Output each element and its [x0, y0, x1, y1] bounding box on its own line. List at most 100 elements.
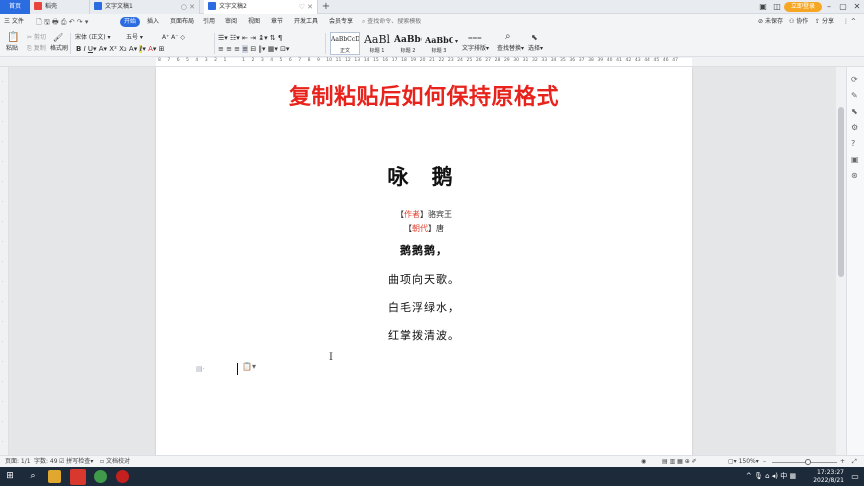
recorder-icon[interactable] — [116, 470, 129, 483]
command-search-input[interactable] — [367, 18, 436, 25]
highlight-button[interactable]: ℓ — [139, 45, 143, 53]
format-painter-icon[interactable]: 🖌 — [53, 33, 63, 42]
poem-verse-2[interactable]: 曲项向天歌。 — [156, 271, 692, 287]
eye-protect-icon[interactable]: ◉ — [641, 458, 646, 466]
login-button[interactable]: 立即登录 — [784, 2, 822, 12]
cursor-select-icon[interactable]: ⬉ — [531, 33, 538, 42]
format-painter-button[interactable]: 格式刷 — [50, 45, 68, 53]
side-edit-icon[interactable]: ✎ — [851, 91, 858, 100]
author-line[interactable]: 【作者】骆宾王 — [156, 209, 692, 220]
tab-document-2[interactable]: 文字文稿2 ♡ ✕ — [204, 0, 318, 14]
scrollbar-thumb[interactable] — [838, 107, 844, 277]
side-settings-icon[interactable]: ⚙ — [851, 123, 858, 132]
menu-view[interactable]: 视图 — [248, 17, 260, 27]
font-size-select[interactable]: 五号 ▾ — [126, 34, 158, 42]
file-menu[interactable]: 三 文件 — [4, 17, 24, 27]
tab-document-1[interactable]: 文字文稿1 ○ ✕ — [90, 0, 200, 14]
word-count[interactable]: 字数: 49 — [34, 458, 58, 466]
side-refresh-icon[interactable]: ⟳ — [851, 75, 858, 84]
style-heading-1[interactable]: AaBl 标题 1 — [362, 32, 392, 55]
unsaved-status[interactable]: ⊘ 未保存 — [758, 17, 783, 27]
text-layout-icon[interactable]: ⩶ — [468, 33, 482, 42]
system-tray-icons[interactable]: ^ 🎙 ⌂ ◂) 中 ▦ — [736, 467, 806, 486]
menu-section[interactable]: 章节 — [271, 17, 283, 27]
share-button[interactable]: ⇪ 分享 — [815, 17, 834, 27]
italic-button[interactable]: I — [84, 45, 86, 53]
search-icon[interactable]: ⌕ — [505, 32, 511, 42]
close-icon[interactable]: ○ ✕ — [181, 0, 195, 14]
menu-start[interactable]: 开始 — [120, 17, 141, 27]
side-help-icon[interactable]: ? — [851, 139, 855, 148]
side-image-icon[interactable]: ▣ — [851, 155, 859, 164]
style-normal[interactable]: AaBbCcDd 正文 — [330, 32, 360, 55]
font-color-button[interactable]: A — [148, 45, 153, 53]
paragraph-marker-icon[interactable]: ▤· — [196, 365, 205, 373]
side-share-icon[interactable]: ⊛ — [851, 171, 858, 180]
menu-member[interactable]: 会员专享 — [329, 17, 353, 27]
text-layout-button[interactable]: 文字排版▾ — [462, 45, 489, 53]
command-search[interactable]: ⌕ — [362, 17, 442, 27]
zoom-dropdown[interactable]: ▢▾ 150%▾ — [728, 458, 759, 466]
chrome-icon[interactable] — [94, 470, 107, 483]
fit-window-icon[interactable]: ⤢ — [852, 458, 857, 466]
dynasty-line[interactable]: 【朝代】唐 — [156, 223, 692, 234]
poem-verse-3[interactable]: 白毛浮绿水， — [156, 299, 692, 315]
spell-check-button[interactable]: ☑ 拼写检查▾ — [59, 458, 93, 466]
menu-references[interactable]: 引用 — [203, 17, 215, 27]
vertical-scrollbar[interactable] — [836, 67, 846, 455]
zoom-in-button[interactable]: + — [840, 458, 845, 466]
search-icon[interactable]: ⌕ — [26, 467, 40, 486]
zoom-slider-knob[interactable] — [804, 459, 811, 465]
find-replace-button[interactable]: 查找替换▾ — [497, 45, 524, 53]
page-indicator[interactable]: 页面: 1/1 — [5, 458, 31, 466]
windows-start-icon[interactable]: ⊞ — [2, 467, 18, 486]
font-name-select[interactable]: 宋体 (正文) ▾ — [75, 34, 123, 42]
paste-options-icon[interactable]: 📋▾ — [242, 362, 256, 371]
select-button[interactable]: 选择▾ — [528, 45, 543, 53]
font-grow-shrink-buttons[interactable]: A⁺ A⁻ ◇ — [162, 34, 185, 42]
font-style-buttons[interactable]: B I U▾ A▾ X² X₂ A▾ ℓ▾ A▾ ⊞ — [76, 45, 165, 53]
menu-insert[interactable]: 插入 — [147, 17, 159, 27]
menu-developer[interactable]: 开发工具 — [294, 17, 318, 27]
document-page[interactable]: 复制粘贴后如何保持原格式 咏 鹅 【作者】骆宾王 【朝代】唐 鹅鹅鹅， 曲项向天… — [156, 67, 692, 455]
styles-expand-icon[interactable]: ▾ — [455, 38, 458, 46]
zoom-out-button[interactable]: – — [763, 458, 766, 466]
notification-icon[interactable]: ▭ — [848, 467, 862, 486]
style-heading-3[interactable]: AaBbC 标题 3 — [424, 32, 454, 55]
poem-title[interactable]: 咏 鹅 — [156, 161, 692, 191]
quick-access-icons[interactable]: 🗋 🖫 🖶 ⎙ ↶ ↷ ▾ — [36, 17, 88, 27]
vertical-ruler[interactable]: · · · · · · · · · · · · · · · · · · · — [0, 67, 9, 455]
style-heading-2[interactable]: AaBb( 标题 2 — [393, 32, 423, 55]
wps-icon[interactable] — [70, 469, 86, 485]
horizontal-ruler[interactable]: 8 7 6 5 4 3 2 1 1 2 3 4 5 6 7 8 9 10 11 12 13 14 15 16 17 18 19 20 2… — [0, 57, 864, 67]
poem-verse-4[interactable]: 红掌拨清波。 — [156, 327, 692, 343]
taskbar-clock[interactable]: 17:23:27 2022/8/21 — [813, 469, 844, 485]
underline-button[interactable]: U — [88, 45, 93, 53]
view-mode-icons[interactable]: ▤ ▥ ▦ ⊕ ✐ — [662, 458, 697, 466]
close-icon[interactable]: ♡ ✕ — [299, 0, 313, 14]
more-icon[interactable]: ⋮ ^ — [843, 17, 856, 27]
document-heading[interactable]: 复制粘贴后如何保持原格式 — [156, 79, 692, 111]
list-buttons[interactable]: ☰▾ ☷▾ ⇤ ⇥ ↨▾ ⇅ ¶ — [218, 34, 282, 42]
side-select-icon[interactable]: ⬉ — [851, 107, 858, 116]
tab-docer[interactable]: 稻壳 — [30, 0, 90, 14]
new-tab-button[interactable]: + — [320, 0, 332, 14]
tab-home[interactable]: 首页 — [0, 0, 30, 14]
bold-button[interactable]: B — [76, 45, 81, 53]
doc-proof-button[interactable]: ▫ 文档校对 — [100, 458, 130, 466]
collaborate-button[interactable]: ⚇ 协作 — [789, 17, 808, 27]
paste-button[interactable]: 粘贴 — [6, 45, 18, 53]
close-window-button[interactable]: ✕ — [850, 0, 864, 14]
file-explorer-icon[interactable] — [48, 470, 61, 483]
paste-icon[interactable]: 📋 — [7, 33, 19, 43]
minimize-button[interactable]: – — [822, 0, 836, 14]
maximize-button[interactable]: ▢ — [836, 0, 850, 14]
skin-icon[interactable]: ◫ — [770, 0, 784, 14]
menu-page-layout[interactable]: 页面布局 — [170, 17, 194, 27]
menu-review[interactable]: 审阅 — [225, 17, 237, 27]
poem-verse-1[interactable]: 鹅鹅鹅， — [156, 242, 692, 258]
cut-button[interactable]: ✂ 剪切 — [27, 34, 46, 42]
layout-icon[interactable]: ▣ — [756, 0, 770, 14]
copy-button[interactable]: ⎘ 复制 — [27, 45, 46, 53]
align-buttons[interactable]: ≡ ≡ ≡ ≡ ⊟ ‖▾ ▦▾ ⊡▾ — [218, 45, 289, 53]
